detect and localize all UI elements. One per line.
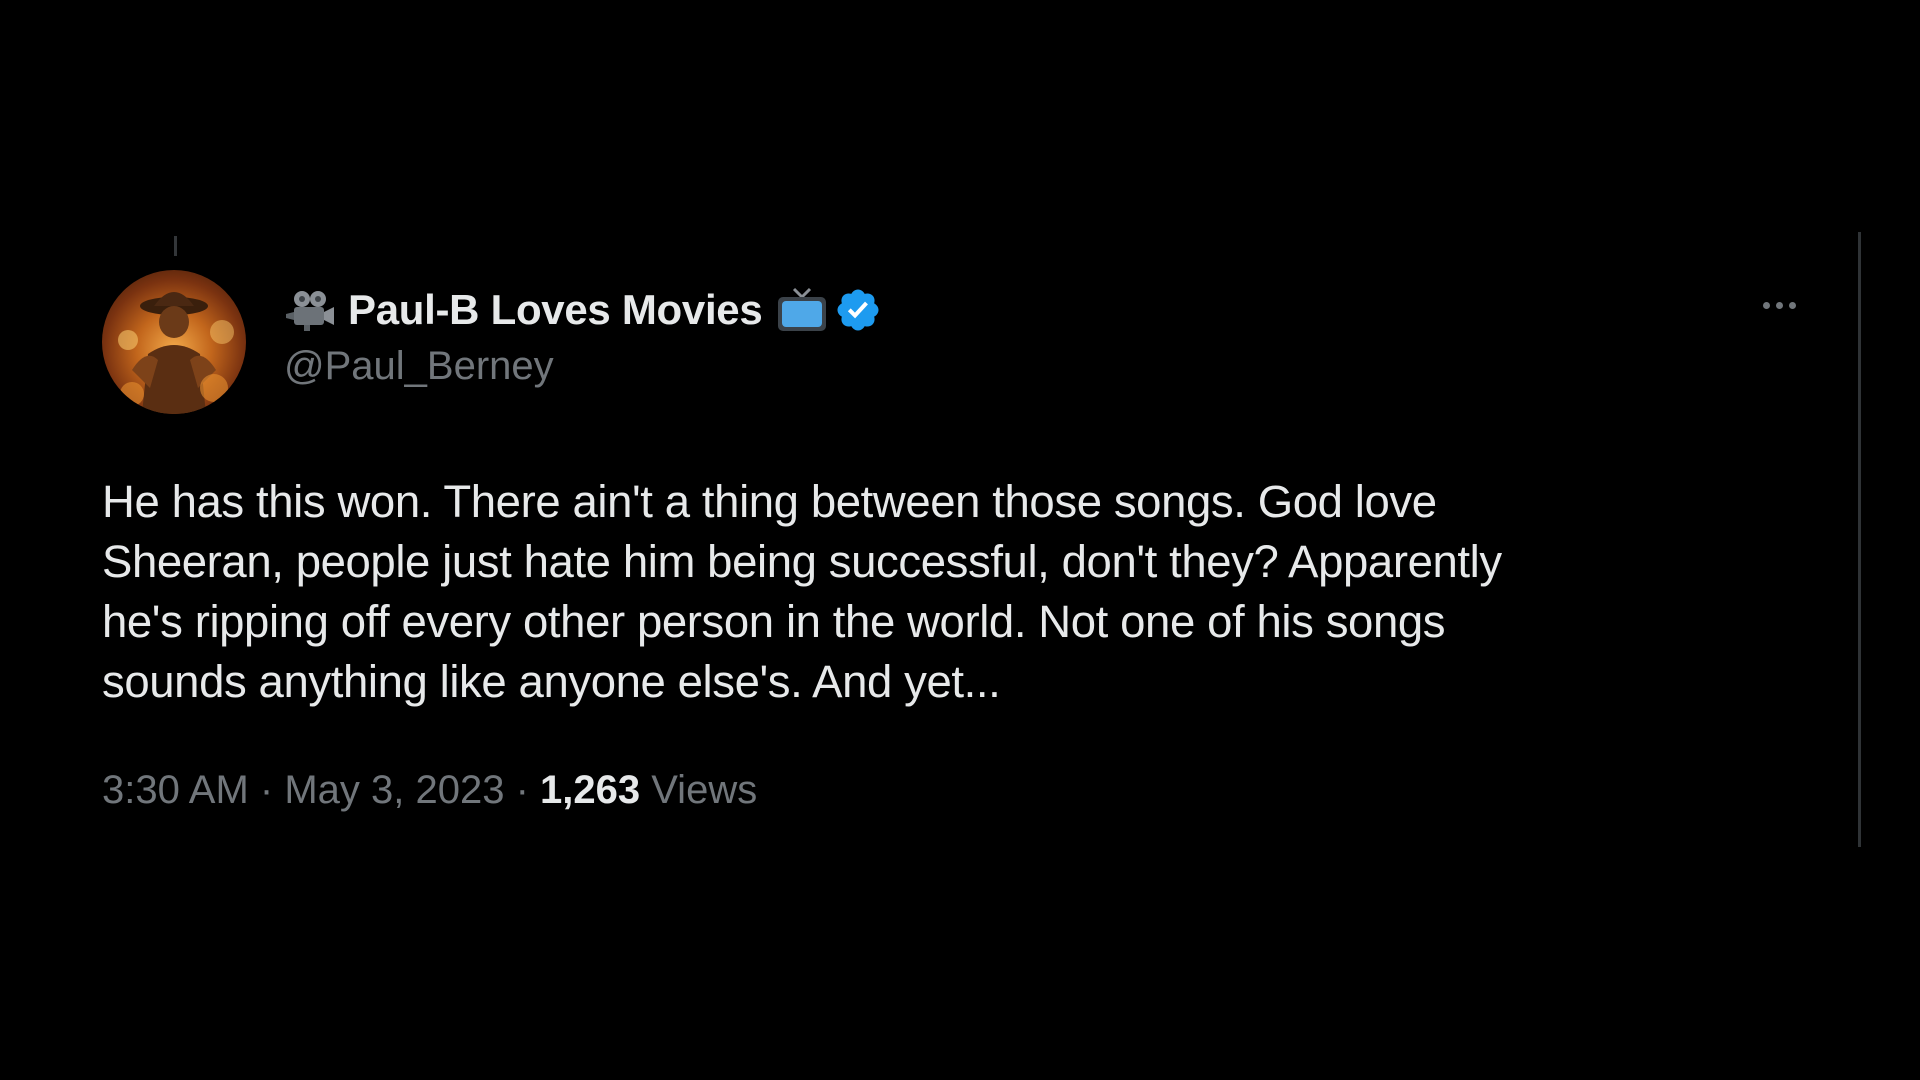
tweet: Paul-B Loves Movies @Paul_Berney He has … <box>102 268 1822 813</box>
author-block: Paul-B Loves Movies @Paul_Berney <box>284 280 882 389</box>
tweet-time[interactable]: 3:30 AM <box>102 768 249 812</box>
tweet-meta: 3:30 AM · May 3, 2023 · 1,263 Views <box>102 768 1822 813</box>
television-emoji-icon <box>778 287 827 331</box>
meta-separator: · <box>248 768 285 812</box>
meta-separator: · <box>504 768 540 812</box>
display-name[interactable]: Paul-B Loves Movies <box>348 286 763 334</box>
column-divider <box>1858 232 1861 847</box>
views-label: Views <box>640 768 758 812</box>
more-options-icon[interactable] <box>1755 294 1804 317</box>
more-dot <box>1776 302 1783 309</box>
more-dot <box>1789 302 1796 309</box>
verified-badge-icon[interactable] <box>834 286 882 334</box>
author-handle[interactable]: @Paul_Berney <box>284 344 882 389</box>
thread-line <box>174 236 177 256</box>
tweet-date[interactable]: May 3, 2023 <box>284 768 504 812</box>
avatar[interactable] <box>102 270 246 414</box>
avatar-image <box>118 292 234 414</box>
tweet-text: He has this won. There ain't a thing bet… <box>102 476 1502 707</box>
more-dot <box>1763 302 1770 309</box>
movie-camera-emoji-icon <box>286 291 334 331</box>
screen: Paul-B Loves Movies @Paul_Berney He has … <box>0 0 1920 1080</box>
views-count[interactable]: 1,263 <box>540 768 640 812</box>
name-row[interactable]: Paul-B Loves Movies <box>284 280 882 340</box>
tweet-header: Paul-B Loves Movies @Paul_Berney <box>102 268 1822 418</box>
